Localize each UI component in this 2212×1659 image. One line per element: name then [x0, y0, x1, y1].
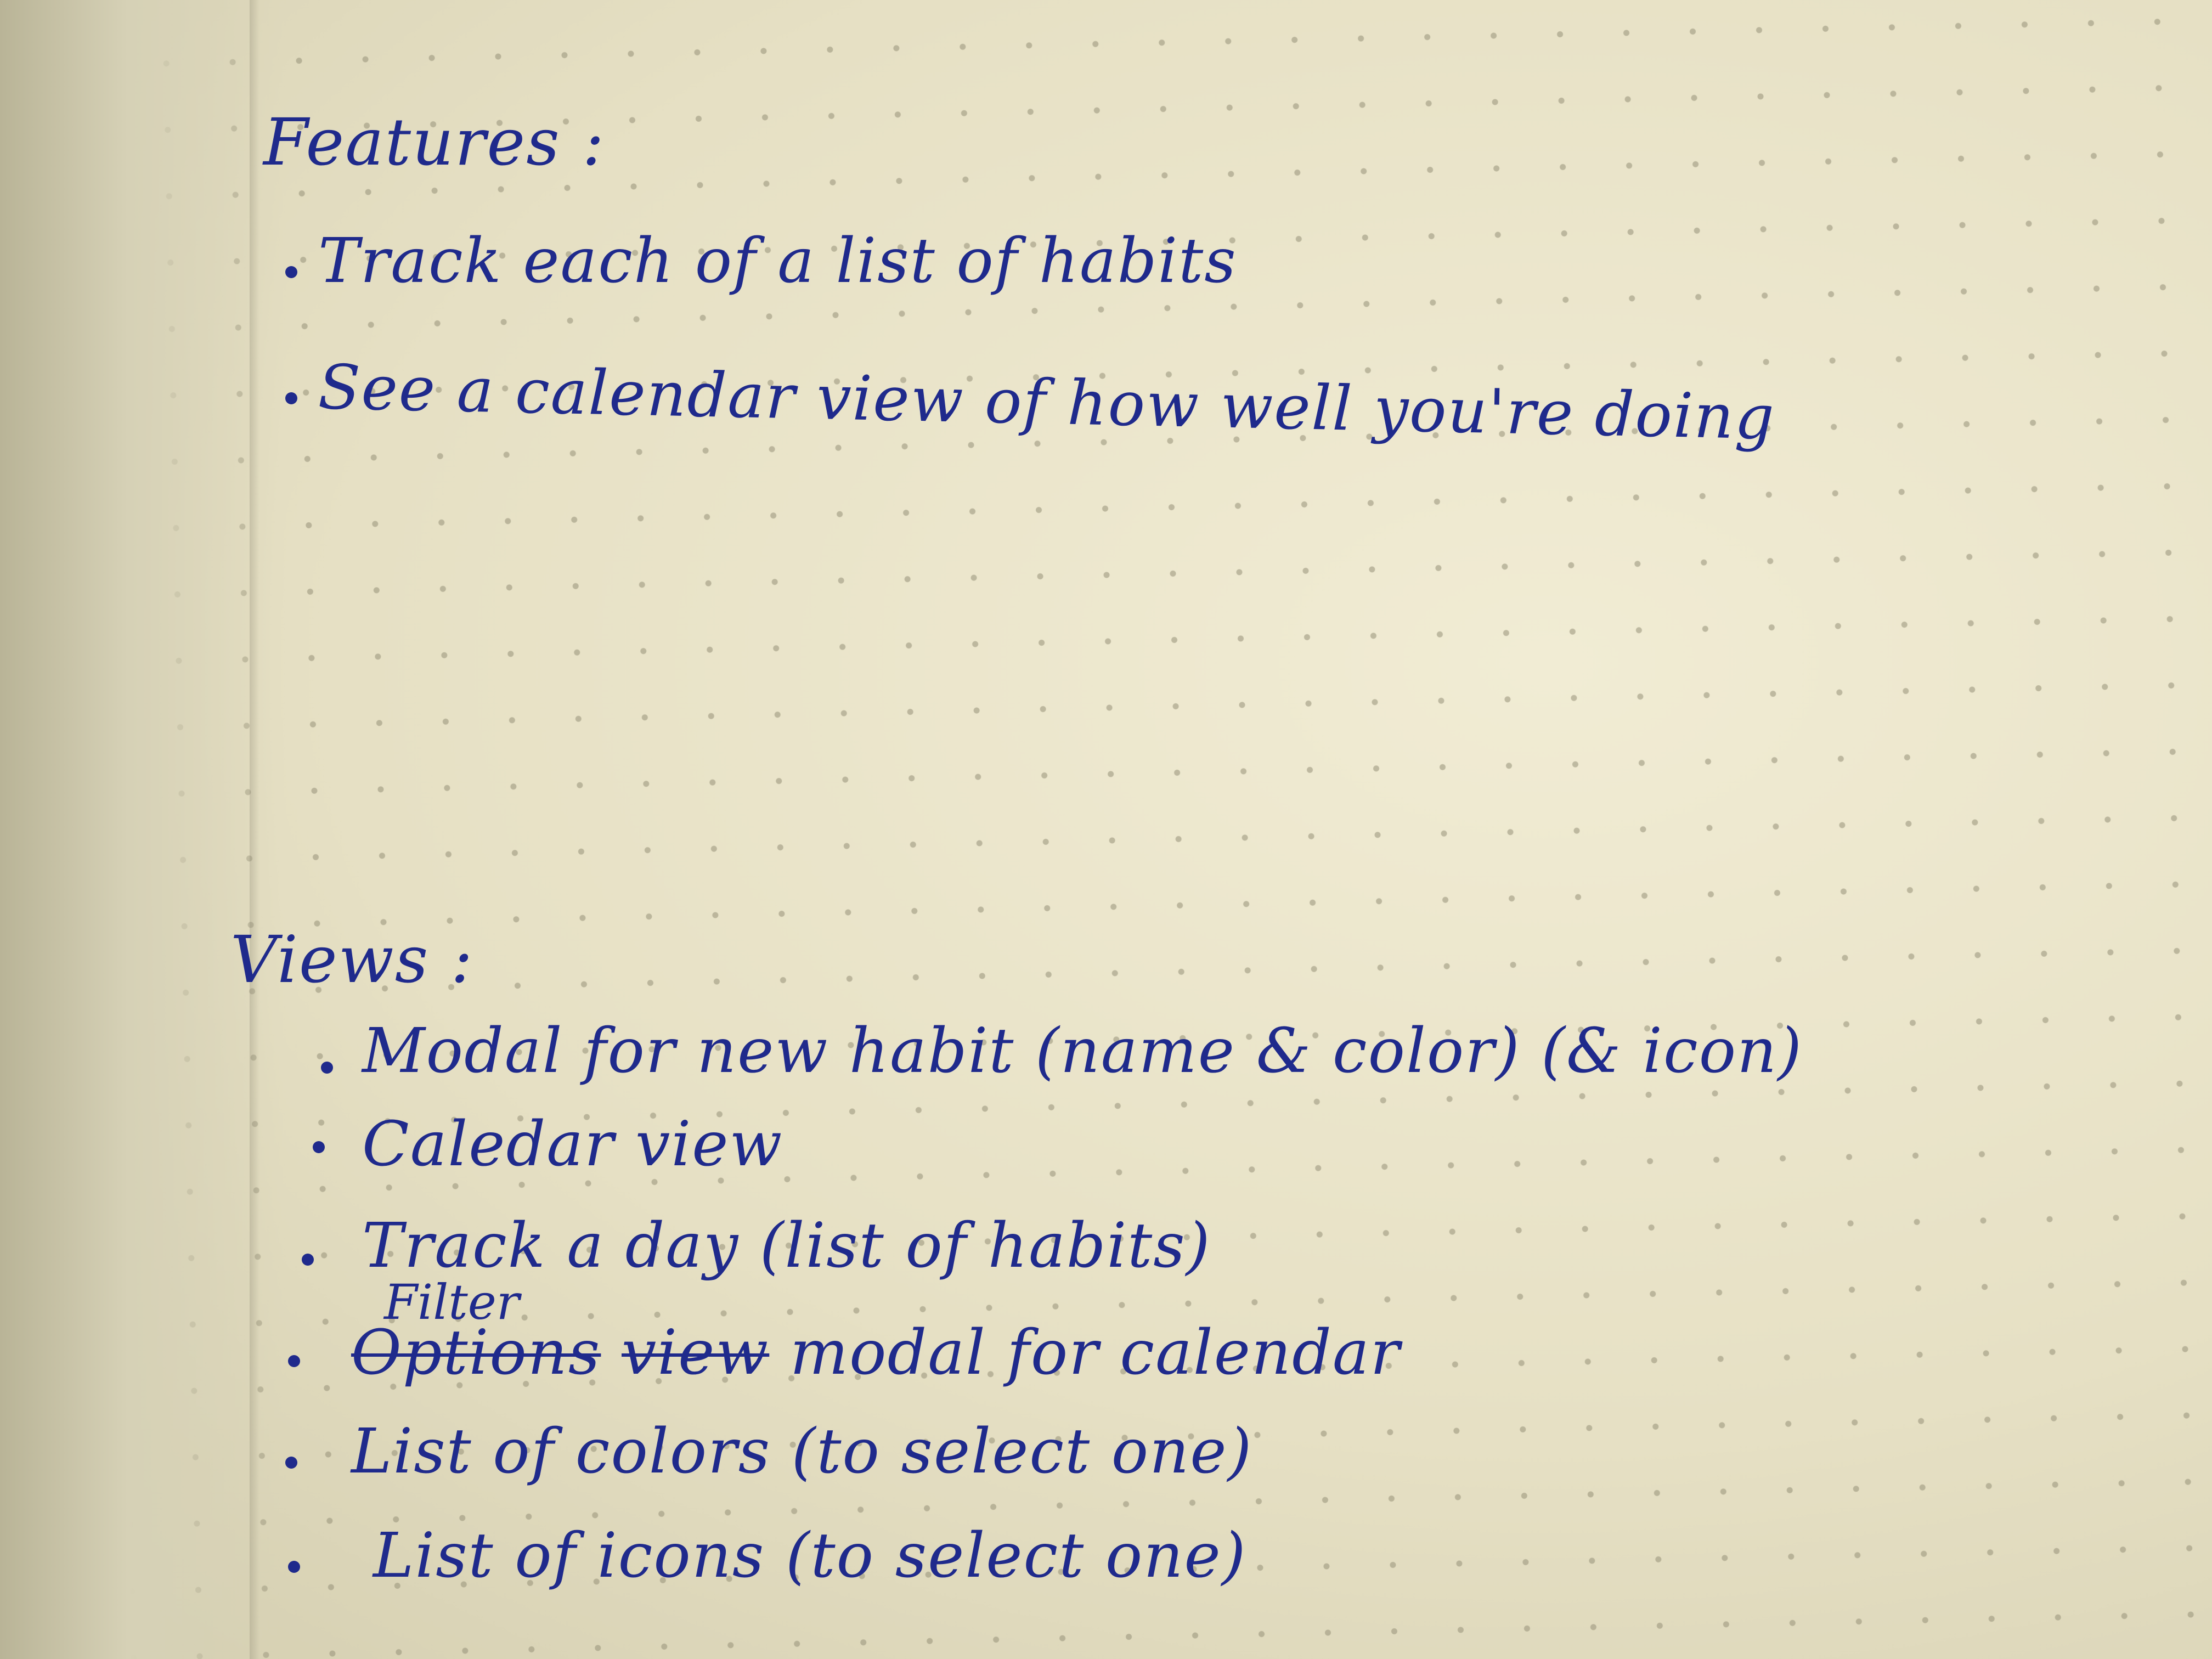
- view-item: Track a day (list of habits): [362, 1210, 1211, 1282]
- bullet-dot: [288, 1561, 300, 1573]
- view-item: Modal for new habit (name & color) (& ic…: [362, 1015, 1803, 1087]
- bullet-dot: [313, 1141, 325, 1153]
- notebook-page: Features : Track each of a list of habit…: [0, 0, 2212, 1659]
- bullet-dot: [288, 1355, 300, 1367]
- view-item: List of icons (to select one): [373, 1520, 1247, 1592]
- feature-item: Track each of a list of habits: [318, 225, 1237, 297]
- bullet-dot: [285, 266, 297, 278]
- bullet-dot: [285, 392, 297, 404]
- struck-word: view: [622, 1317, 770, 1389]
- features-heading: Features :: [263, 104, 606, 180]
- bullet-dot: [302, 1254, 314, 1266]
- filter-rest: modal for calendar: [789, 1317, 1401, 1389]
- page-edge: [250, 0, 259, 1659]
- bullet-dot: [321, 1062, 333, 1074]
- views-heading: Views :: [230, 922, 474, 997]
- page-gutter: [0, 0, 285, 1659]
- struck-word: Options: [351, 1317, 601, 1389]
- view-item: Caledar view: [362, 1109, 783, 1180]
- view-item: List of colors (to select one): [351, 1416, 1253, 1487]
- bullet-dot: [285, 1457, 297, 1469]
- filter-line: Options view modal for calendar: [351, 1322, 1401, 1384]
